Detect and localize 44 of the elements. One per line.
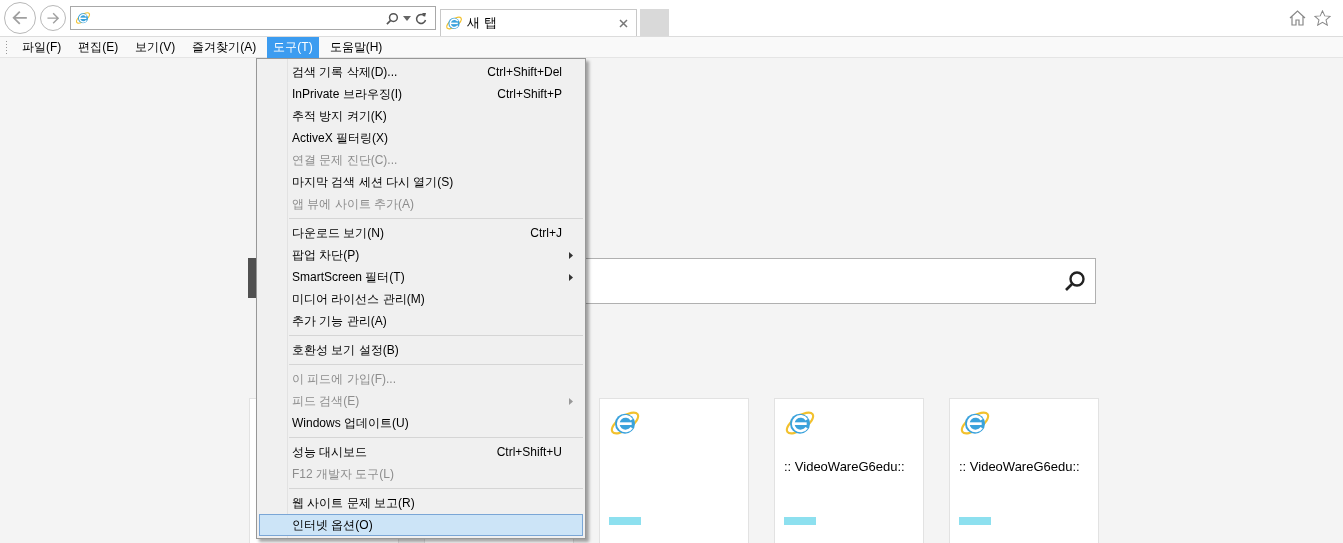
site-tile[interactable]: :: VideoWareG6edu:: [774, 398, 924, 543]
site-tile[interactable]: :: VideoWareG6edu:: [949, 398, 1099, 543]
tab-title: 새 탭 [467, 14, 497, 33]
left-arrow-icon [11, 9, 29, 27]
menu-item[interactable]: ActiveX 필터링(X) [259, 127, 583, 149]
search-icon[interactable] [386, 11, 399, 25]
menu-item[interactable]: Windows 업데이트(U) [259, 412, 583, 434]
menu-bar-item[interactable]: 파일(F) [16, 36, 68, 58]
menu-item[interactable]: 검색 기록 삭제(D)... Ctrl+Shift+Del [259, 61, 583, 83]
tile-bar [609, 517, 641, 525]
star-icon[interactable] [1314, 10, 1331, 26]
home-icon[interactable] [1289, 10, 1306, 26]
menu-item[interactable]: 마지막 검색 세션 다시 열기(S) [259, 171, 583, 193]
ie-logo-icon [75, 10, 91, 26]
menu-item[interactable]: 다운로드 보기(N) Ctrl+J [259, 222, 583, 244]
menu-item[interactable]: 미디어 라이선스 관리(M) [259, 288, 583, 310]
menu-item[interactable]: 웹 사이트 문제 보고(R) [259, 492, 583, 514]
menu-item[interactable]: InPrivate 브라우징(I) Ctrl+Shift+P [259, 83, 583, 105]
menu-bar-item[interactable]: 도움말(H) [323, 36, 389, 58]
menu-bar-item[interactable]: 편집(E) [72, 36, 125, 58]
tile-bar [959, 517, 991, 525]
menu-item[interactable]: 추적 방지 켜기(K) [259, 105, 583, 127]
dropdown-caret-icon[interactable] [403, 15, 411, 21]
close-icon[interactable] [619, 18, 628, 28]
menu-bar-item[interactable]: 보기(V) [129, 36, 182, 58]
menu-item[interactable]: 팝업 차단(P) [259, 244, 583, 266]
menu-item[interactable]: 성능 대시보드 Ctrl+Shift+U [259, 441, 583, 463]
tile-title: :: VideoWareG6edu:: [959, 458, 1081, 476]
site-tile[interactable] [599, 398, 749, 543]
menu-item[interactable]: SmartScreen 필터(T) [259, 266, 583, 288]
back-button[interactable] [4, 2, 36, 34]
ie-logo-icon [445, 14, 463, 32]
menu-item[interactable]: 호환성 보기 설정(B) [259, 339, 583, 361]
menu-item[interactable]: 추가 기능 관리(A) [259, 310, 583, 332]
menu-item[interactable]: 인터넷 옵션(O) [259, 514, 583, 536]
browser-tab[interactable]: 새 탭 [440, 9, 637, 36]
menu-bar-item[interactable]: 즐겨찾기(A) [186, 36, 263, 58]
search-icon[interactable] [1063, 269, 1087, 293]
tile-bar [784, 517, 816, 525]
refresh-icon[interactable] [415, 11, 427, 25]
forward-button[interactable] [40, 5, 66, 31]
tile-title: :: VideoWareG6edu:: [784, 458, 906, 476]
right-arrow-icon [45, 10, 61, 26]
address-field[interactable] [70, 6, 436, 30]
